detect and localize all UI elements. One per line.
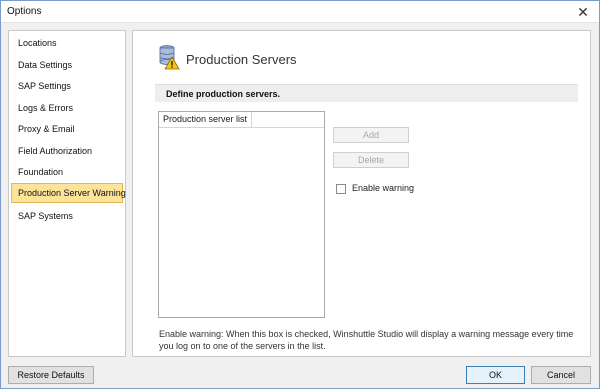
window-title: Options — [7, 6, 42, 17]
sidebar-item-sap-systems[interactable]: SAP Systems — [11, 206, 123, 226]
sidebar-item-production-server-warning[interactable]: Production Server Warning — [11, 183, 126, 203]
sidebar-item-proxy-email[interactable]: Proxy & Email — [11, 119, 123, 139]
enable-warning-label[interactable]: Enable warning — [352, 183, 414, 193]
page-title: Production Servers — [186, 52, 297, 67]
ok-button[interactable]: OK — [466, 366, 525, 384]
enable-warning-checkbox[interactable] — [336, 184, 346, 194]
options-dialog: Options ✕ Locations Data Settings SAP Se… — [0, 0, 600, 389]
section-header: Define production servers. — [155, 84, 578, 102]
column-header-production-server-list[interactable]: Production server list — [159, 112, 253, 128]
close-icon: ✕ — [577, 3, 589, 20]
production-server-list[interactable]: Production server list — [158, 111, 325, 318]
options-sidebar: Locations Data Settings SAP Settings Log… — [8, 30, 126, 357]
restore-defaults-button[interactable]: Restore Defaults — [8, 366, 94, 384]
help-text: Enable warning: When this box is checked… — [159, 329, 574, 351]
settings-panel: Production Servers Define production ser… — [132, 30, 591, 357]
section-label: Define production servers. — [166, 89, 281, 99]
sidebar-item-logs-errors[interactable]: Logs & Errors — [11, 98, 123, 118]
database-warning-icon — [159, 45, 180, 70]
sidebar-item-data-settings[interactable]: Data Settings — [11, 55, 123, 75]
cancel-button[interactable]: Cancel — [531, 366, 591, 384]
list-header: Production server list — [159, 112, 324, 128]
sidebar-item-locations[interactable]: Locations — [11, 33, 123, 53]
add-button[interactable]: Add — [333, 127, 409, 143]
delete-button[interactable]: Delete — [333, 152, 409, 168]
title-bar: Options ✕ — [1, 1, 599, 23]
close-button[interactable]: ✕ — [570, 1, 596, 23]
sidebar-item-sap-settings[interactable]: SAP Settings — [11, 76, 123, 96]
sidebar-item-foundation[interactable]: Foundation — [11, 162, 123, 182]
sidebar-item-field-authorization[interactable]: Field Authorization — [11, 141, 123, 161]
